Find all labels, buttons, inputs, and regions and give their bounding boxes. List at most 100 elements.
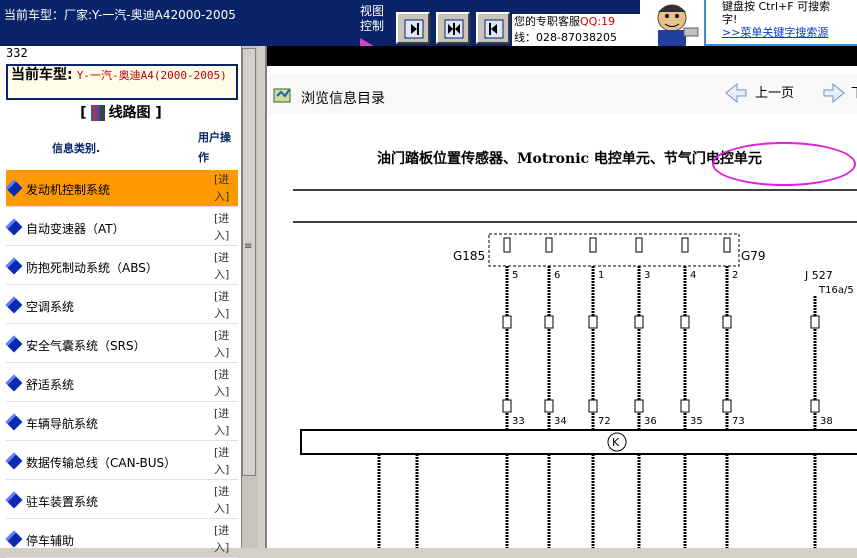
column-header: 信息类别. 用户操作 xyxy=(0,126,242,170)
connector-symbol xyxy=(634,399,644,413)
enter-link[interactable]: [进入] xyxy=(214,405,236,439)
prev-page-arrow-icon[interactable] xyxy=(725,80,747,106)
pin-label: 4 xyxy=(690,270,696,281)
category-name[interactable]: 车辆导航系统 xyxy=(26,415,98,432)
category-name[interactable]: 安全气囊系统（SRS） xyxy=(26,337,146,354)
category-row[interactable]: 发动机控制系统 [进入] xyxy=(5,170,238,207)
diamond-bullet-icon xyxy=(5,257,23,275)
enter-link[interactable]: [进入] xyxy=(214,327,236,361)
diamond-bullet-icon xyxy=(5,296,23,314)
next-page-button[interactable]: 下 xyxy=(851,82,857,101)
category-row[interactable]: 数据传输总线（CAN-BUS） [进入] xyxy=(5,443,238,480)
category-name[interactable]: 驻车装置系统 xyxy=(26,493,98,510)
pin-label: 72 xyxy=(598,416,611,427)
enter-link[interactable]: [进入] xyxy=(214,444,236,478)
category-panel: 332 当前车型: Y-一汽-奥迪A4(2000-2005) [线路图 ] 信息… xyxy=(0,46,242,558)
category-row[interactable]: 车辆导航系统 [进入] xyxy=(5,404,238,441)
category-row[interactable]: 舒适系统 [进入] xyxy=(5,365,238,402)
enter-link[interactable]: [进入] xyxy=(214,210,236,244)
pin-label: 35 xyxy=(690,416,703,427)
sensor-element xyxy=(723,237,731,253)
split-arrows-icon xyxy=(444,19,464,39)
connector-symbol xyxy=(502,399,512,413)
connector-symbol xyxy=(588,315,598,329)
view-split-button[interactable] xyxy=(436,12,470,44)
category-name[interactable]: 数据传输总线（CAN-BUS） xyxy=(26,454,176,471)
wiring-diagram: 油门踏板位置传感器、Motronic 电控单元、节气门电控单元 G185 G79… xyxy=(267,116,857,548)
record-count: 332 xyxy=(6,46,28,60)
diamond-bullet-icon xyxy=(5,179,23,197)
title-bar: 当前车型：厂家:Y-一汽-奥迪A42000-2005 视图控制 您的专职客服QQ… xyxy=(0,0,857,46)
diamond-bullet-icon xyxy=(5,452,23,470)
category-row[interactable]: 安全气囊系统（SRS） [进入] xyxy=(5,326,238,363)
category-row[interactable]: 自动变速器（AT） [进入] xyxy=(5,209,238,246)
content-header-bar xyxy=(267,46,857,66)
panel-splitter[interactable]: ≡ xyxy=(242,46,258,548)
sensor-element xyxy=(589,237,597,253)
sensor-element xyxy=(503,237,511,253)
sensor-element xyxy=(545,237,553,253)
view-single-left-button[interactable] xyxy=(476,12,510,44)
pin-label: 6 xyxy=(554,270,560,281)
pin-label: 34 xyxy=(554,416,567,427)
content-toolbar: 浏览信息目录 上一页 下 xyxy=(267,74,857,114)
category-row[interactable]: 驻车装置系统 [进入] xyxy=(5,482,238,519)
connector-symbol xyxy=(502,315,512,329)
connector-symbol xyxy=(634,315,644,329)
category-name[interactable]: 自动变速器（AT） xyxy=(26,220,125,237)
diamond-bullet-icon xyxy=(5,491,23,509)
connector-symbol xyxy=(680,315,690,329)
next-page-arrow-icon[interactable] xyxy=(823,80,845,106)
splitter-grip-icon[interactable]: ≡ xyxy=(244,241,252,252)
enter-link[interactable]: [进入] xyxy=(214,171,236,205)
pin-label: 1 xyxy=(598,270,604,281)
arrow-right-icon xyxy=(404,19,424,39)
category-row[interactable]: 停车辅助 [进入] xyxy=(5,521,238,558)
svg-text:K: K xyxy=(612,436,620,449)
pin-label: 33 xyxy=(512,416,525,427)
connector-symbol xyxy=(810,399,820,413)
customer-service-info: 您的专职客服QQ:19 线：028-87038205 xyxy=(512,14,640,46)
enter-link[interactable]: [进入] xyxy=(214,366,236,400)
category-name[interactable]: 空调系统 xyxy=(26,298,74,315)
pin-label: 2 xyxy=(732,270,738,281)
view-single-right-button[interactable] xyxy=(396,12,430,44)
pin-label: 36 xyxy=(644,416,657,427)
section-heading: [线路图 ] xyxy=(80,105,162,121)
browse-catalog-icon[interactable] xyxy=(273,86,293,104)
enter-link[interactable]: [进入] xyxy=(214,288,236,322)
window-title: 当前车型：厂家:Y-一汽-奥迪A42000-2005 xyxy=(4,8,236,22)
qq-link[interactable]: QQ:19 xyxy=(580,15,615,28)
enter-link[interactable]: [进入] xyxy=(214,249,236,283)
category-name[interactable]: 发动机控制系统 xyxy=(26,181,110,198)
category-row[interactable]: 防抱死制动系统（ABS） [进入] xyxy=(5,248,238,285)
diamond-bullet-icon xyxy=(5,374,23,392)
category-name[interactable]: 舒适系统 xyxy=(26,376,74,393)
wiring-schematic-graphic: G185 G79 533634172336435273 38 K J 527 T1… xyxy=(293,189,857,548)
model-value: Y-一汽-奥迪A4(2000-2005) xyxy=(76,69,227,82)
connector-symbol xyxy=(544,399,554,413)
sensor-element xyxy=(681,237,689,253)
search-hint: 键盘按 Ctrl+F 可搜索 字! >>菜单关键字搜索源 xyxy=(704,0,857,46)
category-row[interactable]: 空调系统 [进入] xyxy=(5,287,238,324)
scrollbar-thumb[interactable] xyxy=(242,48,256,476)
pin-label: 5 xyxy=(512,270,518,281)
current-model-box: 当前车型: Y-一汽-奥迪A4(2000-2005) xyxy=(6,64,238,100)
pin-label: 38 xyxy=(820,416,833,427)
diamond-bullet-icon xyxy=(5,335,23,353)
prev-page-button[interactable]: 上一页 xyxy=(755,82,794,101)
diamond-bullet-icon xyxy=(5,413,23,431)
enter-link[interactable]: [进入] xyxy=(214,522,236,556)
content-panel: 浏览信息目录 上一页 下 油门踏板位置传感器、Motronic 电控单元、节气门… xyxy=(265,46,857,548)
category-name[interactable]: 停车辅助 xyxy=(26,532,74,549)
connector-symbol xyxy=(722,399,732,413)
diamond-bullet-icon xyxy=(5,218,23,236)
category-name[interactable]: 防抱死制动系统（ABS） xyxy=(26,259,158,276)
connector-symbol xyxy=(588,399,598,413)
enter-link[interactable]: [进入] xyxy=(214,483,236,517)
view-control-label: 视图控制 xyxy=(360,4,390,46)
connector-symbol xyxy=(544,315,554,329)
browse-catalog-link[interactable]: 浏览信息目录 xyxy=(301,88,385,108)
keyword-search-link[interactable]: >>菜单关键字搜索源 xyxy=(722,26,857,39)
sensor-element xyxy=(635,237,643,253)
